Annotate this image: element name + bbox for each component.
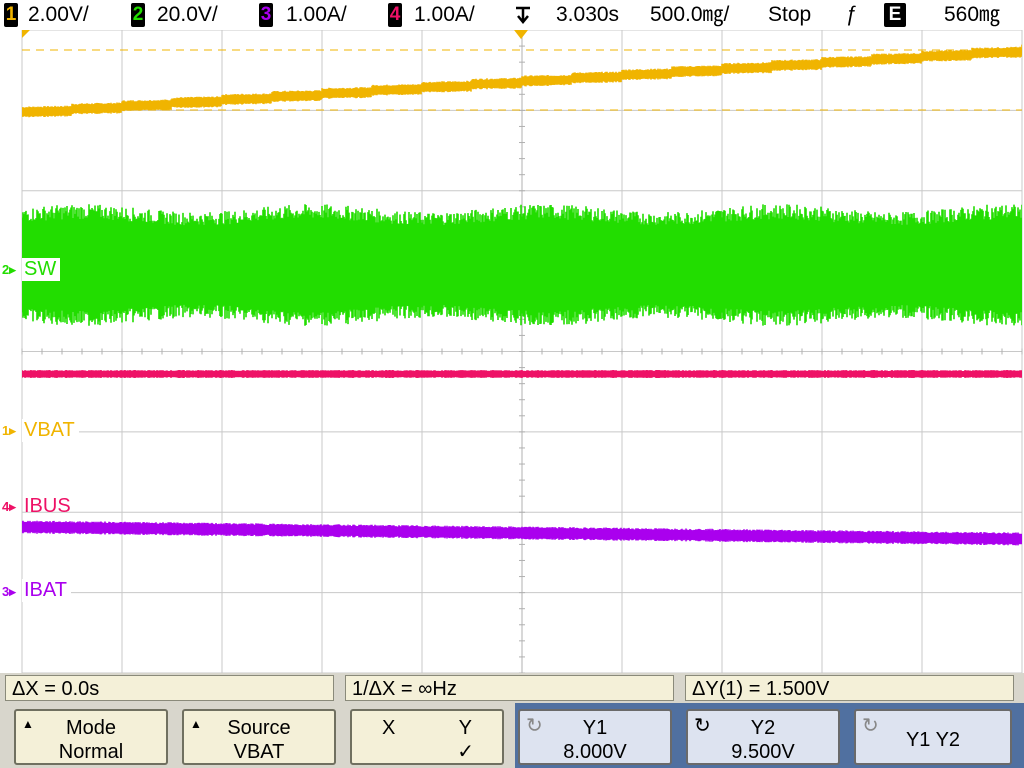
trigger-mode-badge[interactable]: E: [884, 3, 906, 27]
ground-marker-icon: 1▸: [2, 423, 16, 438]
channel-2-badge[interactable]: 2: [131, 3, 145, 27]
delay-value[interactable]: 3.030s: [556, 0, 619, 30]
cursor-readout-bar: ΔX = 0.0s 1/ΔX = ∞Hz ΔY(1) = 1.500V: [0, 673, 1024, 703]
y1y2-softkey[interactable]: ↻ Y1 Y2: [854, 709, 1012, 765]
channel-4-badge[interactable]: 4: [388, 3, 402, 27]
ground-marker-icon: 2▸: [2, 262, 16, 277]
trigger-slope-icon: ƒ: [845, 3, 857, 26]
run-state[interactable]: Stop: [768, 0, 811, 30]
y2-softkey[interactable]: ↻ Y2 9.500V: [686, 709, 840, 765]
ibat-label: IBAT: [22, 579, 71, 602]
ibat-trace: [22, 520, 1022, 546]
ibus-label: IBUS: [24, 495, 71, 517]
channel-1-scale[interactable]: 2.00V/: [28, 0, 89, 30]
delta-x-readout: ΔX = 0.0s: [5, 675, 334, 701]
channel-4-scale[interactable]: 1.00A/: [414, 0, 475, 30]
status-bar: 1 2.00V/ 2 20.0V/ 3 1.00A/ 4 1.00A/ 3.03…: [0, 0, 1024, 30]
ground-marker-icon: 4▸: [2, 499, 16, 514]
vbat-label: VBAT: [22, 419, 79, 442]
channel-1-badge[interactable]: 1: [4, 3, 18, 27]
y1-softkey[interactable]: ↻ Y1 8.000V: [518, 709, 672, 765]
channel-3-badge[interactable]: 3: [259, 3, 273, 27]
trigger-position-icon: [512, 2, 534, 32]
channel-3-scale[interactable]: 1.00A/: [286, 0, 347, 30]
timebase-value[interactable]: 500.0㎎/: [650, 0, 729, 30]
inverse-delta-x-readout: 1/ΔX = ∞Hz: [345, 675, 674, 701]
channel-2-scale[interactable]: 20.0V/: [157, 0, 218, 30]
sw-label: SW: [22, 258, 61, 281]
ground-marker-icon: 3▸: [2, 584, 16, 599]
delta-y-readout: ΔY(1) = 1.500V: [685, 675, 1014, 701]
waveform-display[interactable]: 2▸ SW 1▸ VBAT 4▸ IBUS 3▸ IBAT: [0, 30, 1024, 673]
trigger-level[interactable]: 560㎎: [944, 0, 1000, 30]
